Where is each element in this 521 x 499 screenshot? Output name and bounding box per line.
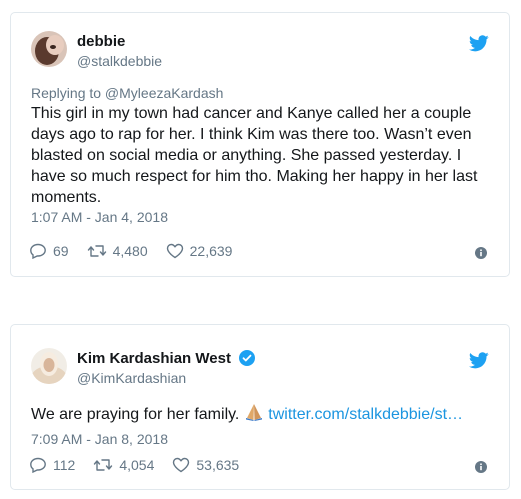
replying-to[interactable]: Replying to @MyleezaKardash xyxy=(31,85,223,101)
tweet-actions: 69 4,480 22,639 xyxy=(29,243,250,259)
heart-icon xyxy=(173,457,190,473)
avatar[interactable] xyxy=(31,31,67,67)
timestamp[interactable]: 7:09 AM - Jan 8, 2018 xyxy=(31,431,168,447)
reply-count: 112 xyxy=(53,457,76,473)
info-icon[interactable] xyxy=(475,247,487,259)
reply-icon xyxy=(30,457,46,473)
praying-hands-emoji xyxy=(245,404,262,421)
tweet-text-body: We are praying for her family. xyxy=(31,406,240,423)
verified-badge-icon xyxy=(239,350,256,366)
twitter-bird-icon[interactable] xyxy=(469,35,489,52)
like-button[interactable]: 22,639 xyxy=(166,243,233,259)
reply-count: 69 xyxy=(53,243,69,259)
like-count: 53,635 xyxy=(196,457,240,473)
timestamp[interactable]: 1:07 AM - Jan 4, 2018 xyxy=(31,209,168,225)
author-handle[interactable]: @stalkdebbie xyxy=(77,53,162,69)
retweet-count: 4,054 xyxy=(119,457,155,473)
author-name[interactable]: Kim Kardashian West xyxy=(77,350,256,367)
retweet-icon xyxy=(87,245,106,257)
twitter-bird-icon[interactable] xyxy=(469,352,489,369)
tweet-card-debbie[interactable]: debbie @stalkdebbie Replying to @Myleeza… xyxy=(10,12,510,277)
reply-icon xyxy=(30,243,46,259)
reply-button[interactable]: 112 xyxy=(29,457,75,473)
retweet-button[interactable]: 4,480 xyxy=(87,243,148,259)
retweet-icon xyxy=(94,459,113,471)
retweet-count: 4,480 xyxy=(112,243,148,259)
like-count: 22,639 xyxy=(189,243,233,259)
tweet-text: This girl in my town had cancer and Kany… xyxy=(31,105,478,206)
author-name[interactable]: debbie xyxy=(77,33,125,50)
info-icon[interactable] xyxy=(475,461,487,473)
author-handle[interactable]: @KimKardashian xyxy=(77,370,186,386)
like-button[interactable]: 53,635 xyxy=(172,457,239,473)
tweet-card-kim[interactable]: Kim Kardashian West @KimKardashian We ar… xyxy=(10,324,510,490)
reply-button[interactable]: 69 xyxy=(29,243,69,259)
retweet-button[interactable]: 4,054 xyxy=(93,457,154,473)
heart-icon xyxy=(166,243,183,259)
tweet-text: We are praying for her family. twitter.c… xyxy=(31,403,491,425)
tweet-actions: 112 4,054 53,635 xyxy=(29,457,257,473)
tweet-link[interactable]: twitter.com/stalkdebbie/st… xyxy=(268,406,463,423)
avatar[interactable] xyxy=(31,348,67,384)
author-name-text[interactable]: Kim Kardashian West xyxy=(77,350,231,367)
